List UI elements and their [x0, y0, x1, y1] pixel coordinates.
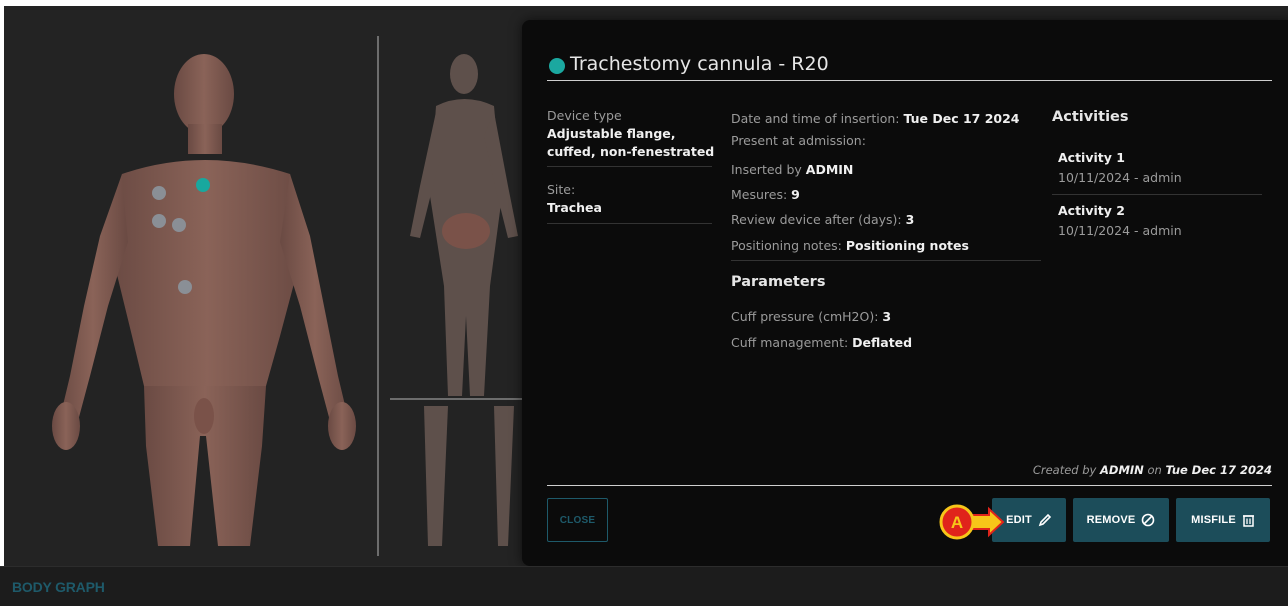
back-buttocks [442, 213, 490, 249]
pencil-icon [1038, 513, 1052, 527]
mesures-row: Mesures: 9 [731, 187, 800, 202]
body-graph-canvas: Trachestomy cannula - R20 Device type Ad… [4, 6, 1288, 566]
body-marker-neck[interactable] [196, 178, 210, 192]
app-window: Trachestomy cannula - R20 Device type Ad… [0, 0, 1288, 606]
device-type-value-line2: cuffed, non-fenestrated [547, 144, 715, 159]
positioning-row: Positioning notes: Positioning notes [731, 238, 969, 253]
footer-divider [547, 485, 1272, 486]
activity-divider [1052, 194, 1262, 195]
insertion-row: Date and time of insertion: Tue Dec 17 2… [731, 111, 1020, 126]
remove-label: REMOVE [1086, 514, 1136, 526]
remove-button[interactable]: REMOVE [1073, 498, 1169, 542]
close-button[interactable]: CLOSE [547, 498, 608, 542]
activity-1-subtitle: 10/11/2024 - admin [1058, 170, 1182, 185]
device-detail-panel: Trachestomy cannula - R20 Device type Ad… [522, 20, 1288, 566]
edit-label: EDIT [1006, 514, 1032, 526]
trash-icon [1242, 515, 1254, 527]
body-marker-chest-mid2[interactable] [172, 218, 186, 232]
misfile-label: MISFILE [1191, 514, 1236, 526]
view-divider-vertical [377, 36, 379, 556]
site-value: Trachea [547, 200, 602, 215]
front-body-figure [52, 54, 356, 546]
misfile-button[interactable]: MISFILE [1176, 498, 1270, 542]
back-body-figure [410, 54, 518, 546]
device-type-value-line1: Adjustable flange, [547, 126, 676, 141]
review-row: Review device after (days): 3 [731, 212, 915, 227]
cuff-pressure-row: Cuff pressure (cmH2O): 3 [731, 309, 892, 324]
title-divider [547, 80, 1272, 81]
callout-arrow-a: A [939, 504, 1005, 540]
body-marker-chest-left[interactable] [152, 186, 166, 200]
callout-letter: A [951, 513, 963, 532]
details-divider [731, 260, 1041, 261]
inserted-by-row: Inserted by ADMIN [731, 162, 854, 177]
genital-region [194, 398, 214, 434]
col1-divider-2 [547, 223, 712, 224]
cuff-management-row: Cuff management: Deflated [731, 335, 913, 350]
body-graph-label: BODY GRAPH [12, 579, 105, 595]
col1-divider-1 [547, 166, 712, 167]
activity-2-subtitle: 10/11/2024 - admin [1058, 223, 1182, 238]
panel-title: Trachestomy cannula - R20 [570, 53, 829, 75]
present-at-admission-row: Present at admission: [731, 133, 866, 148]
body-marker-chest-mid1[interactable] [152, 214, 166, 228]
activity-2-title[interactable]: Activity 2 [1058, 203, 1125, 218]
parameters-heading: Parameters [731, 274, 826, 290]
activities-heading: Activities [1052, 109, 1129, 125]
device-type-label: Device type [547, 108, 622, 123]
ban-icon [1142, 513, 1155, 527]
activity-1-title[interactable]: Activity 1 [1058, 150, 1125, 165]
status-dot [549, 58, 565, 74]
created-by-line: Created by ADMIN on Tue Dec 17 2024 [1032, 463, 1272, 477]
footer-bar: BODY GRAPH [0, 566, 1288, 606]
body-marker-abdomen[interactable] [178, 280, 192, 294]
site-label: Site: [547, 182, 576, 197]
